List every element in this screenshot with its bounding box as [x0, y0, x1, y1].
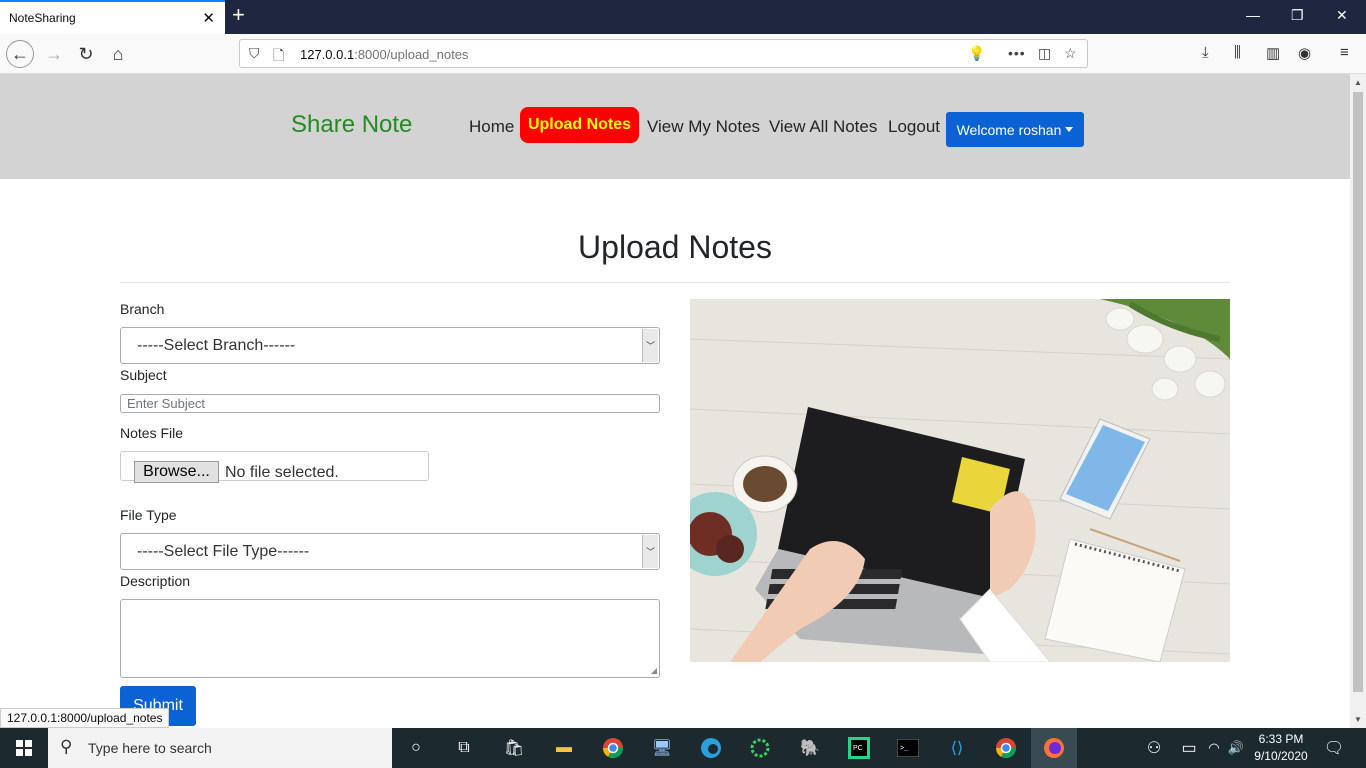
clock-time[interactable]: 6:33 PM: [1250, 732, 1312, 746]
terminal-icon[interactable]: >_: [894, 734, 922, 762]
chevron-down-icon: ﹀: [642, 329, 658, 362]
browser-tab-bar: NoteSharing ✕ + — ❐ ✕: [0, 0, 1366, 34]
search-icon: ⚲: [60, 737, 73, 756]
chrome-icon[interactable]: [599, 734, 627, 762]
notes-file-label: Notes File: [120, 425, 184, 441]
edge-icon[interactable]: [697, 734, 725, 762]
vscode-icon[interactable]: ⟨⟩: [943, 734, 971, 762]
postgres-icon[interactable]: 🐘: [796, 734, 824, 762]
scroll-up-icon[interactable]: ▲: [1354, 78, 1362, 87]
computer-icon[interactable]: 🖥: [648, 734, 676, 762]
library-icon[interactable]: ⫼: [1234, 44, 1241, 61]
close-tab-icon[interactable]: ✕: [202, 9, 215, 27]
sidebar-icon[interactable]: ▥: [1266, 44, 1280, 62]
branch-label: Branch: [120, 301, 165, 317]
browser-toolbar: ← → ↻ ⌂ ⛉ 🗋 127.0.0.1:8000/upload_notes …: [0, 34, 1366, 74]
home-icon[interactable]: ⌂: [104, 40, 132, 68]
nav-upload-notes[interactable]: Upload Notes: [520, 107, 639, 143]
chevron-down-icon: ﹀: [642, 535, 658, 568]
nav-view-my-notes[interactable]: View My Notes: [647, 117, 760, 137]
resize-handle-icon[interactable]: ◢: [651, 666, 657, 675]
address-bar[interactable]: ⛉ 🗋 127.0.0.1:8000/upload_notes 💡 ••• ◫ …: [239, 39, 1088, 68]
restore-icon[interactable]: ❐: [1291, 7, 1304, 24]
cortana-icon[interactable]: ○: [402, 734, 430, 762]
page-title: Upload Notes: [578, 229, 772, 265]
file-type-select[interactable]: -----Select File Type------ ﹀: [120, 533, 660, 570]
status-url-tooltip: 127.0.0.1:8000/upload_notes: [0, 708, 170, 728]
browse-button[interactable]: Browse...: [134, 461, 219, 483]
taskbar-search[interactable]: ⚲ Type here to search: [48, 728, 392, 768]
lightbulb-icon[interactable]: 💡: [968, 45, 985, 62]
chrome-2-icon[interactable]: [992, 734, 1020, 762]
notifications-icon[interactable]: 🗨: [1320, 734, 1348, 762]
url-text[interactable]: 127.0.0.1:8000/upload_notes: [300, 47, 468, 62]
battery-icon[interactable]: ▭: [1175, 734, 1203, 762]
new-tab-icon[interactable]: +: [232, 4, 245, 26]
pocket-icon[interactable]: ◫: [1038, 45, 1051, 62]
site-header: Share Note Home Upload Notes View My Not…: [0, 74, 1350, 179]
page-info-icon[interactable]: 🗋: [273, 45, 284, 69]
clock-date[interactable]: 9/10/2020: [1250, 749, 1312, 763]
svg-text:>_: >_: [900, 745, 909, 753]
menu-icon[interactable]: ≡: [1340, 44, 1349, 61]
reload-icon[interactable]: ↻: [72, 40, 100, 68]
back-icon[interactable]: ←: [6, 40, 34, 68]
page-scrollbar[interactable]: ▲ ▼: [1350, 74, 1366, 728]
downloads-icon[interactable]: ⤓: [1202, 44, 1209, 61]
description-textarea[interactable]: ◢: [120, 599, 660, 678]
divider: [120, 282, 1230, 283]
branch-select[interactable]: -----Select Branch------ ﹀: [120, 327, 660, 364]
subject-label: Subject: [120, 367, 167, 383]
account-icon[interactable]: ◉: [1298, 44, 1311, 62]
tab-title: NoteSharing: [9, 11, 76, 25]
scroll-down-icon[interactable]: ▼: [1354, 715, 1362, 724]
forward-icon[interactable]: →: [40, 40, 68, 68]
caret-down-icon: [1065, 127, 1074, 132]
nav-home[interactable]: Home: [469, 117, 514, 137]
shield-icon[interactable]: ⛉: [249, 45, 260, 62]
volume-icon[interactable]: 🔊: [1222, 734, 1250, 762]
subject-input[interactable]: Enter Subject: [120, 394, 660, 413]
browser-tab[interactable]: NoteSharing ✕: [0, 0, 225, 34]
task-view-icon[interactable]: ⧉: [450, 734, 478, 762]
minimize-icon[interactable]: —: [1246, 7, 1260, 23]
notes-file-input[interactable]: Browse... No file selected.: [120, 451, 429, 483]
page-content: Share Note Home Upload Notes View My Not…: [0, 74, 1350, 728]
nav-logout[interactable]: Logout: [888, 117, 940, 137]
file-explorer-icon[interactable]: ▬: [550, 734, 578, 762]
bookmark-star-icon[interactable]: ☆: [1064, 45, 1077, 62]
file-status: No file selected.: [225, 464, 339, 481]
close-window-icon[interactable]: ✕: [1336, 7, 1348, 24]
nav-view-all-notes[interactable]: View All Notes: [769, 117, 877, 137]
firefox-icon[interactable]: [1031, 728, 1077, 768]
more-actions-icon[interactable]: •••: [1008, 45, 1026, 61]
svg-text:PC: PC: [853, 745, 863, 752]
brand-logo[interactable]: Share Note: [291, 111, 412, 139]
people-icon[interactable]: ⚇: [1140, 734, 1168, 762]
app-ring-icon[interactable]: [746, 734, 774, 762]
laptop-desk-image: [690, 299, 1230, 662]
windows-start-icon[interactable]: [0, 728, 48, 768]
file-type-label: File Type: [120, 507, 177, 523]
pycharm-icon[interactable]: PC: [845, 734, 873, 762]
description-label: Description: [120, 573, 191, 589]
scroll-thumb[interactable]: [1353, 92, 1363, 692]
welcome-dropdown-button[interactable]: Welcome roshan: [946, 112, 1084, 147]
store-icon[interactable]: 🛍: [500, 734, 528, 762]
windows-taskbar: ⚲ Type here to search ○ ⧉ 🛍 ▬ 🖥 🐘 PC >_ …: [0, 728, 1366, 768]
